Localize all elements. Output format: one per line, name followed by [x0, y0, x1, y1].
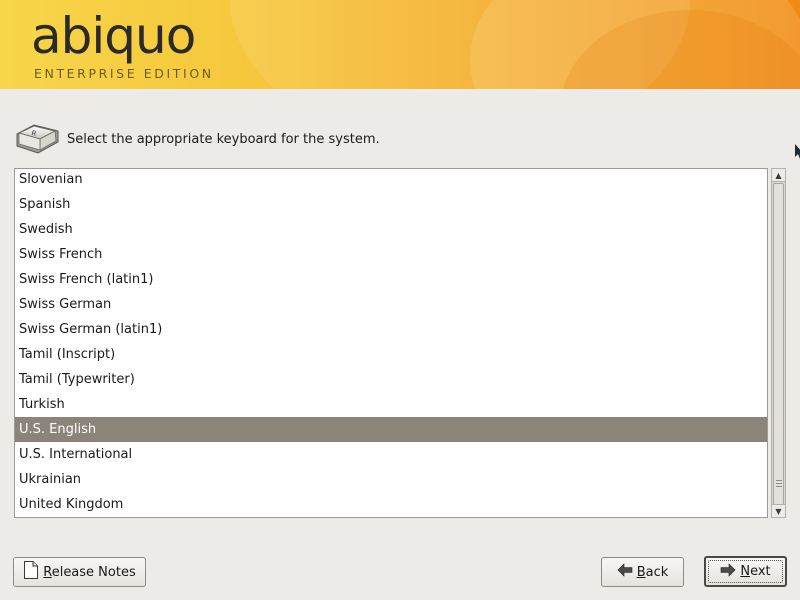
keyboard-layout-list[interactable]: Slovenian Spanish Swedish Swiss French Swiss…: [14, 168, 768, 518]
keyboard-list-items: Slovenian Spanish Swedish Swiss French Swiss…: [15, 169, 767, 517]
thumb-grip-icon: [776, 480, 782, 488]
abiquo-logo: abiquo ENTERPRISE EDITION: [31, 4, 211, 81]
list-scrollbar[interactable]: ▲ ▼: [771, 168, 786, 518]
arrow-left-icon: [617, 563, 633, 581]
scrollbar-thumb[interactable]: [773, 183, 784, 505]
keyboard-prompt: R Select the appropriate keyboard for th…: [14, 122, 380, 156]
scroll-up-arrow-icon[interactable]: ▲: [772, 169, 785, 182]
header-banner: abiquo ENTERPRISE EDITION: [0, 0, 800, 89]
release-notes-button[interactable]: Release Notes: [13, 557, 146, 587]
list-item[interactable]: Swiss French (latin1): [15, 267, 767, 292]
list-item[interactable]: Slovenian: [15, 169, 767, 192]
list-item[interactable]: Tamil (Typewriter): [15, 367, 767, 392]
list-item[interactable]: United Kingdom: [15, 492, 767, 517]
back-button[interactable]: Back: [601, 557, 684, 587]
next-button[interactable]: Next: [704, 556, 787, 587]
back-mnemonic: B: [636, 564, 646, 580]
list-item[interactable]: Swiss German: [15, 292, 767, 317]
scroll-down-arrow-icon[interactable]: ▼: [772, 504, 785, 517]
list-item[interactable]: Spanish: [15, 192, 767, 217]
document-icon: [23, 561, 39, 583]
keyboard-key-icon: R: [14, 122, 60, 156]
list-item[interactable]: U.S. International: [15, 442, 767, 467]
list-item[interactable]: Swiss German (latin1): [15, 317, 767, 342]
list-item[interactable]: Swiss French: [15, 242, 767, 267]
logo-wordmark: abiquo: [31, 7, 196, 65]
list-item-selected[interactable]: U.S. English: [15, 417, 767, 442]
list-item[interactable]: Tamil (Inscript): [15, 342, 767, 367]
list-item[interactable]: Ukrainian: [15, 467, 767, 492]
back-label: ack: [645, 564, 669, 580]
logo-subtitle: ENTERPRISE EDITION: [34, 66, 214, 81]
focus-ring: [708, 560, 783, 583]
list-item[interactable]: Swedish: [15, 217, 767, 242]
list-item[interactable]: Turkish: [15, 392, 767, 417]
release-notes-label: elease Notes: [51, 564, 136, 580]
prompt-text: Select the appropriate keyboard for the …: [67, 131, 380, 147]
release-notes-mnemonic: R: [43, 564, 52, 580]
